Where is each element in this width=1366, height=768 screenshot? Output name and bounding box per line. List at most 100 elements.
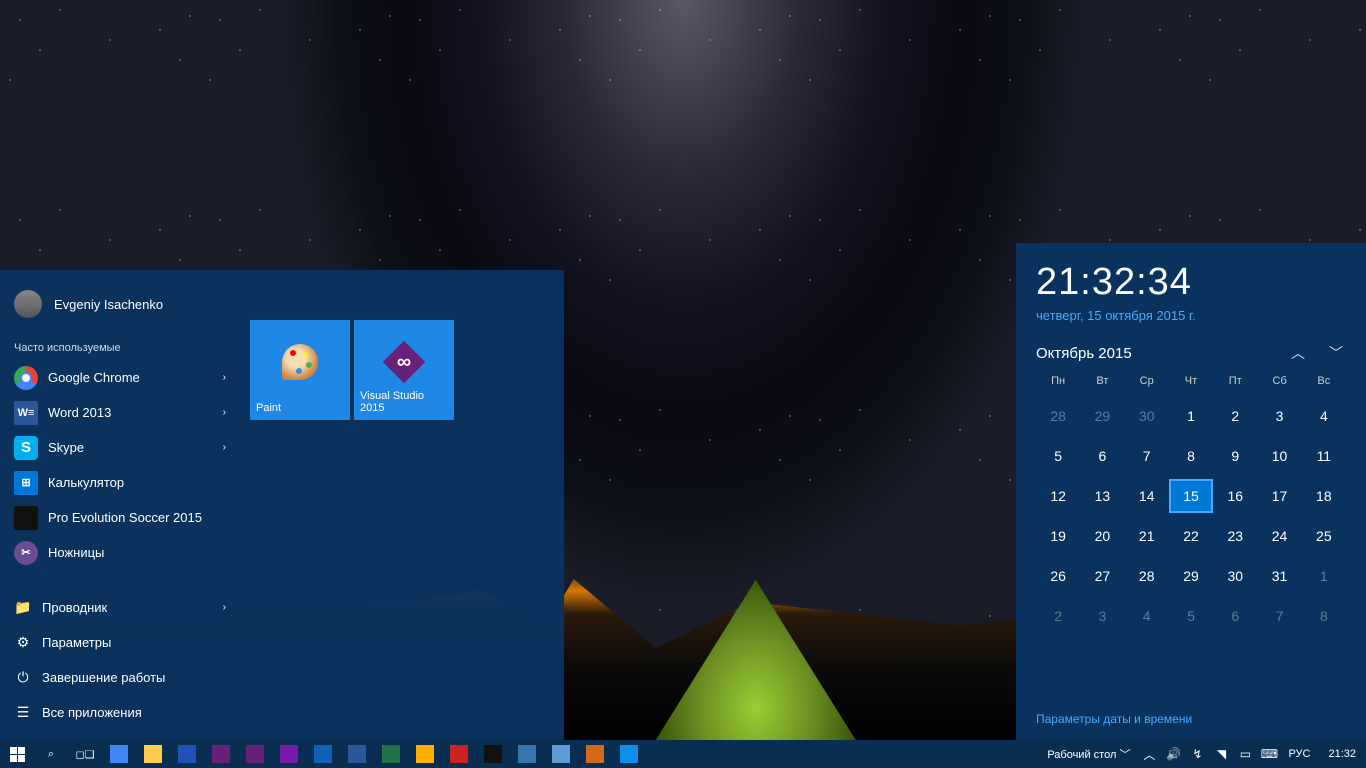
calendar-day[interactable]: 13 <box>1080 479 1124 513</box>
clock-full-date[interactable]: четверг, 15 октября 2015 г. <box>1036 308 1346 323</box>
calendar-day[interactable]: 5 <box>1036 439 1080 473</box>
calendar-day[interactable]: 24 <box>1257 519 1301 553</box>
taskbar-app-cmd[interactable] <box>476 740 510 768</box>
taskbar-app-py[interactable] <box>510 740 544 768</box>
calendar-day[interactable]: 20 <box>1080 519 1124 553</box>
sys-item-2[interactable]: ⏻Завершение работы <box>0 660 240 695</box>
calendar-day[interactable]: 8 <box>1169 439 1213 473</box>
taskbar-app-vs[interactable] <box>204 740 238 768</box>
chevron-right-icon: › <box>223 372 226 383</box>
calendar-day[interactable]: 3 <box>1257 399 1301 433</box>
calendar-day[interactable]: 10 <box>1257 439 1301 473</box>
taskbar-app-paint[interactable] <box>578 740 612 768</box>
taskbar-app-x64[interactable] <box>442 740 476 768</box>
calendar-day[interactable]: 26 <box>1036 559 1080 593</box>
calendar-day[interactable]: 6 <box>1080 439 1124 473</box>
calendar-day[interactable]: 2 <box>1213 399 1257 433</box>
tray-overflow-button[interactable]: ︿ <box>1138 740 1160 768</box>
sys-item-0[interactable]: 📁Проводник› <box>0 590 240 625</box>
start-button[interactable] <box>0 740 34 768</box>
calendar-day[interactable]: 28 <box>1036 399 1080 433</box>
app-label: Word 2013 <box>48 405 111 420</box>
calendar-day[interactable]: 21 <box>1125 519 1169 553</box>
taskbar-app-calc[interactable] <box>306 740 340 768</box>
app-label: Калькулятор <box>48 475 124 490</box>
calendar-day[interactable]: 7 <box>1257 599 1301 633</box>
tile-paint[interactable]: Paint <box>250 320 350 420</box>
calendar-day[interactable]: 31 <box>1257 559 1301 593</box>
volume-icon[interactable]: 🔊 <box>1162 740 1184 768</box>
taskbar-app-task[interactable] <box>544 740 578 768</box>
calendar-day[interactable]: 6 <box>1213 599 1257 633</box>
calendar-day[interactable]: 4 <box>1125 599 1169 633</box>
frequent-apps-label: Часто используемые <box>0 328 240 360</box>
chrome-icon <box>110 745 128 763</box>
calendar-day[interactable]: 1 <box>1302 559 1346 593</box>
calendar-day[interactable]: 29 <box>1080 399 1124 433</box>
taskbar-app-word[interactable] <box>340 740 374 768</box>
app-label: Google Chrome <box>48 370 140 385</box>
calendar-day[interactable]: 19 <box>1036 519 1080 553</box>
calendar-day[interactable]: 5 <box>1169 599 1213 633</box>
calendar-day[interactable]: 1 <box>1169 399 1213 433</box>
app-item-1[interactable]: W≡Word 2013› <box>0 395 240 430</box>
calendar-day[interactable]: 17 <box>1257 479 1301 513</box>
app-item-3[interactable]: ⊞Калькулятор <box>0 465 240 500</box>
taskbar-app-hedge[interactable] <box>408 740 442 768</box>
input-language-button[interactable]: РУС <box>1282 748 1316 760</box>
chevron-right-icon: › <box>223 407 226 418</box>
network-wifi-icon[interactable]: ◥ <box>1210 740 1232 768</box>
calendar-day[interactable]: 15 <box>1169 479 1213 513</box>
taskbar-app-tv[interactable] <box>612 740 646 768</box>
excel-icon <box>382 745 400 763</box>
calendar-day[interactable]: 23 <box>1213 519 1257 553</box>
taskbar-clock[interactable]: 21:32 <box>1318 748 1366 760</box>
keyboard-icon[interactable]: ⌨ <box>1258 740 1280 768</box>
task-view-button[interactable]: ◻❏ <box>68 740 102 768</box>
calendar-day[interactable]: 29 <box>1169 559 1213 593</box>
search-button[interactable]: ⌕ <box>34 740 68 768</box>
calendar-day[interactable]: 28 <box>1125 559 1169 593</box>
calendar-day[interactable]: 8 <box>1302 599 1346 633</box>
date-time-settings-link[interactable]: Параметры даты и времени <box>1036 712 1192 726</box>
sys-icon: ⏻ <box>14 669 32 687</box>
tile-visual-studio[interactable]: Visual Studio 2015 <box>354 320 454 420</box>
taskbar-app-explorer[interactable] <box>136 740 170 768</box>
app-item-2[interactable]: SSkype› <box>0 430 240 465</box>
start-menu: Evgeniy Isachenko Часто используемые Goo… <box>0 270 564 740</box>
battery-icon[interactable]: ▭ <box>1234 740 1256 768</box>
calendar-day[interactable]: 25 <box>1302 519 1346 553</box>
onenote-icon <box>280 745 298 763</box>
taskbar-app-vs2[interactable] <box>238 740 272 768</box>
calendar-month-label[interactable]: Октябрь 2015 <box>1036 345 1132 362</box>
calendar-day[interactable]: 2 <box>1036 599 1080 633</box>
calendar-day[interactable]: 11 <box>1302 439 1346 473</box>
taskbar-app-chrome[interactable] <box>102 740 136 768</box>
sys-item-1[interactable]: ⚙Параметры <box>0 625 240 660</box>
calendar-day[interactable]: 7 <box>1125 439 1169 473</box>
taskbar-app-save[interactable] <box>170 740 204 768</box>
calendar-day[interactable]: 18 <box>1302 479 1346 513</box>
visual-studio-icon <box>383 341 425 383</box>
show-desktop-label[interactable]: Рабочий стол ﹀ <box>1041 746 1136 762</box>
app-item-5[interactable]: ✂Ножницы <box>0 535 240 570</box>
calendar-next-month-button[interactable]: ﹀ <box>1326 343 1346 363</box>
user-account-button[interactable]: Evgeniy Isachenko <box>0 280 240 328</box>
calendar-day[interactable]: 30 <box>1213 559 1257 593</box>
bluetooth-icon[interactable]: ↯ <box>1186 740 1208 768</box>
calendar-day[interactable]: 30 <box>1125 399 1169 433</box>
calendar-day[interactable]: 16 <box>1213 479 1257 513</box>
calendar-day[interactable]: 12 <box>1036 479 1080 513</box>
taskbar-app-onenote[interactable] <box>272 740 306 768</box>
calendar-day[interactable]: 14 <box>1125 479 1169 513</box>
taskbar-app-excel[interactable] <box>374 740 408 768</box>
calendar-day[interactable]: 3 <box>1080 599 1124 633</box>
calendar-day[interactable]: 27 <box>1080 559 1124 593</box>
app-item-0[interactable]: Google Chrome › <box>0 360 240 395</box>
calendar-day[interactable]: 4 <box>1302 399 1346 433</box>
app-item-4[interactable]: Pro Evolution Soccer 2015 <box>0 500 240 535</box>
sys-item-3[interactable]: ☰Все приложения <box>0 695 240 730</box>
calendar-day[interactable]: 22 <box>1169 519 1213 553</box>
calendar-prev-month-button[interactable]: ︿ <box>1288 343 1308 363</box>
calendar-day[interactable]: 9 <box>1213 439 1257 473</box>
